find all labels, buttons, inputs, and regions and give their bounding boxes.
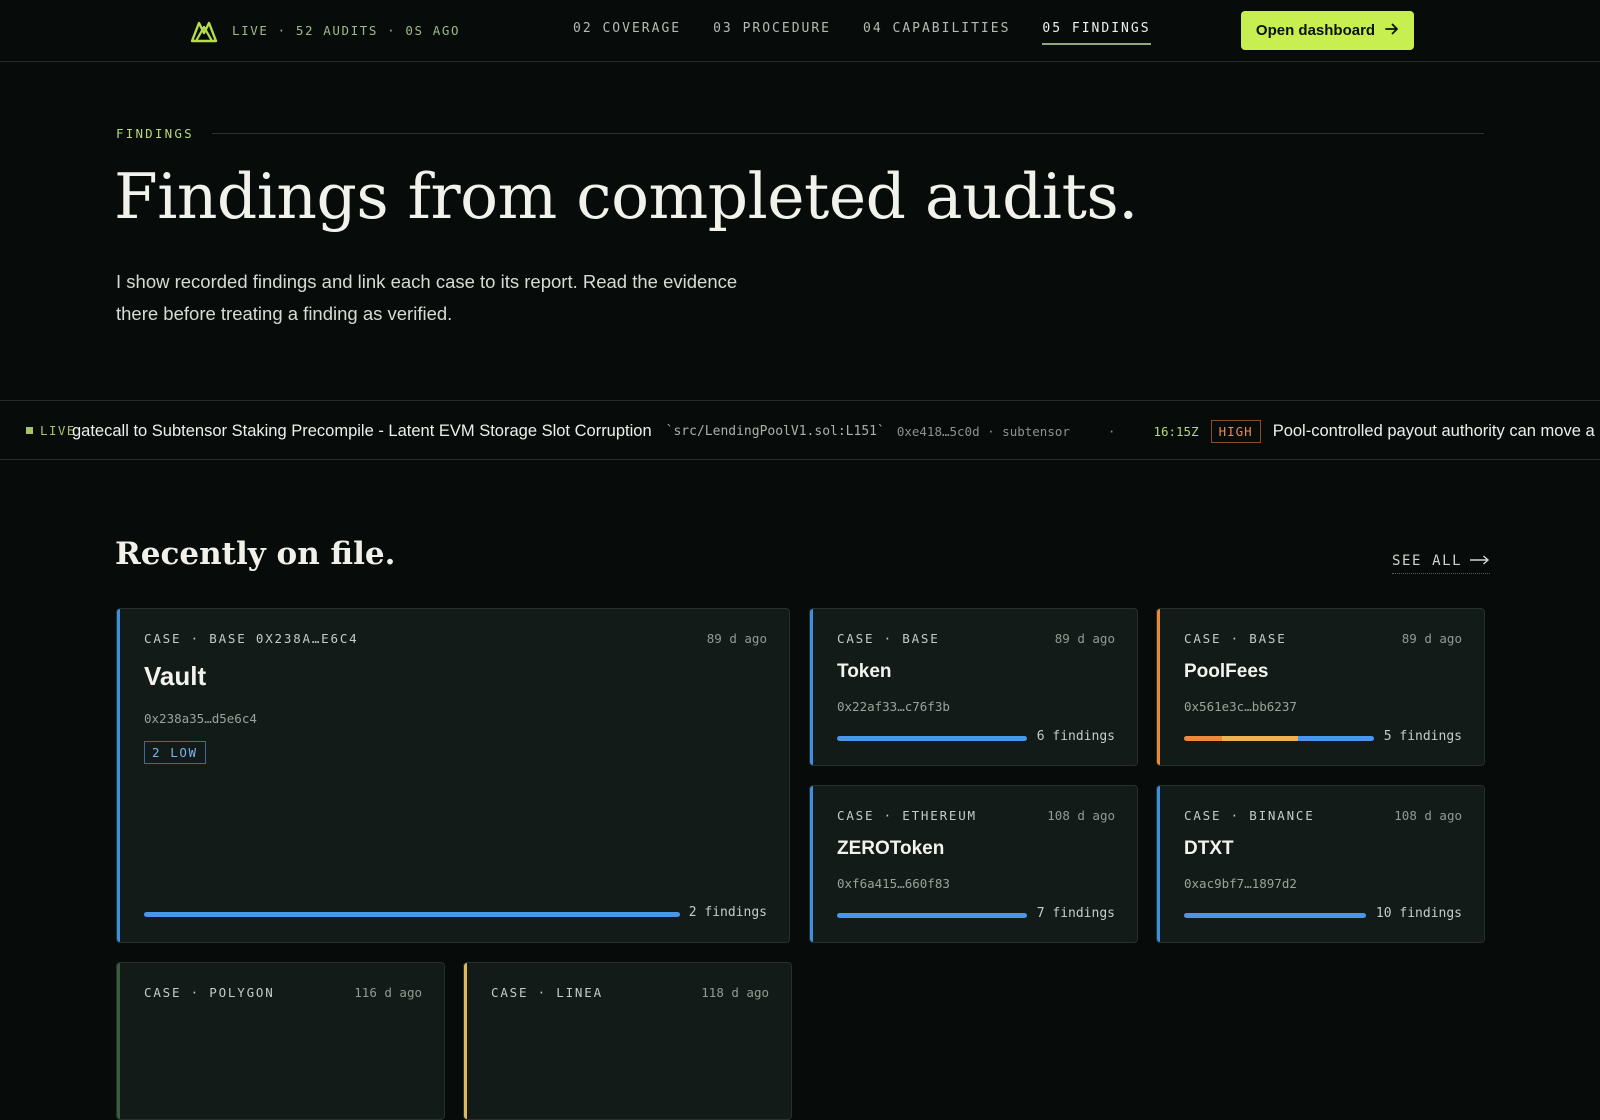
ticker-timestamp: 16:15Z xyxy=(1153,423,1199,439)
contract-address: 0x238a35…d5e6c4 xyxy=(144,711,257,726)
findings-count: 2 findings xyxy=(688,905,767,920)
nav-findings[interactable]: 05 FINDINGS xyxy=(1042,21,1151,45)
severity-bar xyxy=(837,913,1027,918)
contract-address: 0xf6a415…660f83 xyxy=(837,876,950,891)
case-name: Token xyxy=(837,661,892,682)
top-navigation-bar: LIVE · 52 AUDITS · 0S AGO 02 COVERAGE 03… xyxy=(0,0,1600,62)
section-title: Recently on file. xyxy=(115,536,396,572)
case-age: 89 d ago xyxy=(1401,631,1462,646)
severity-bar-segment xyxy=(1222,736,1298,741)
nav-procedure[interactable]: 03 PROCEDURE xyxy=(713,21,831,45)
card-accent xyxy=(1157,786,1160,942)
severity-bar xyxy=(837,736,1027,741)
logo-icon[interactable] xyxy=(190,17,218,43)
arrow-right-icon xyxy=(1385,22,1399,39)
nav-coverage[interactable]: 02 COVERAGE xyxy=(573,21,681,45)
card-accent xyxy=(117,963,120,1119)
ticker-track: gatecall to Subtensor Staking Precompile… xyxy=(72,401,1595,459)
findings-count: 7 findings xyxy=(1036,906,1115,921)
card-accent xyxy=(810,786,813,942)
eyebrow-label: FINDINGS xyxy=(116,126,194,141)
findings-count: 10 findings xyxy=(1375,906,1462,921)
ticker-contract-meta: 0xe418…5c0d · subtensor xyxy=(896,423,1070,439)
open-dashboard-button[interactable]: Open dashboard xyxy=(1241,11,1414,50)
page-description: I show recorded findings and link each c… xyxy=(116,271,738,324)
case-chain-label: CASE · BASE 0X238A…E6C4 xyxy=(144,631,359,646)
card-accent xyxy=(1157,609,1160,765)
case-card-zerotoken[interactable]: CASE · ETHEREUM 108 d ago ZEROToken 0xf6… xyxy=(809,785,1138,943)
section-eyebrow: FINDINGS xyxy=(116,126,1484,141)
case-card-token[interactable]: CASE · BASE 89 d ago Token 0x22af33…c76f… xyxy=(809,608,1138,766)
ticker-live-label: LIVE xyxy=(26,423,76,438)
severity-bar xyxy=(1184,736,1374,741)
live-ticker: gatecall to Subtensor Staking Precompile… xyxy=(0,400,1600,460)
brand: LIVE · 52 AUDITS · 0S AGO xyxy=(190,17,460,43)
main-nav: 02 COVERAGE 03 PROCEDURE 04 CAPABILITIES… xyxy=(573,21,1151,45)
live-indicator-icon xyxy=(26,427,33,434)
divider xyxy=(211,133,1484,134)
card-accent xyxy=(117,609,120,942)
case-card-linea[interactable]: CASE · LINEA 118 d ago xyxy=(463,962,792,1120)
long-arrow-right-icon xyxy=(1470,553,1490,569)
severity-bar xyxy=(1184,913,1366,918)
case-card-vault[interactable]: CASE · BASE 0X238A…E6C4 89 d ago Vault 0… xyxy=(116,608,790,943)
findings-count: 5 findings xyxy=(1383,729,1462,744)
severity-bar-segment xyxy=(1298,736,1374,741)
case-chain-label: CASE · LINEA xyxy=(491,985,603,1000)
ticker-source-path: `src/LendingPoolV1.sol:L151` xyxy=(665,423,885,439)
see-all-link[interactable]: SEE ALL xyxy=(1392,553,1491,574)
ticker-finding-title[interactable]: Pool-controlled payout authority can mov… xyxy=(1273,422,1595,441)
case-age: 89 d ago xyxy=(706,631,767,646)
contract-address: 0x22af33…c76f3b xyxy=(837,699,950,714)
live-status: LIVE · 52 AUDITS · 0S AGO xyxy=(232,22,461,38)
ticker-finding-title[interactable]: gatecall to Subtensor Staking Precompile… xyxy=(72,422,652,441)
case-chain-label: CASE · ETHEREUM xyxy=(837,808,977,823)
severity-bar-segment xyxy=(144,912,680,917)
contract-address: 0xac9bf7…1897d2 xyxy=(1184,876,1297,891)
case-name: Vault xyxy=(144,661,207,691)
ticker-separator: · xyxy=(1107,423,1116,439)
case-age: 89 d ago xyxy=(1054,631,1115,646)
open-dashboard-label: Open dashboard xyxy=(1255,22,1376,39)
case-age: 108 d ago xyxy=(1394,808,1462,823)
case-name: DTXT xyxy=(1184,838,1234,859)
findings-count: 6 findings xyxy=(1036,729,1115,744)
case-chain-label: CASE · BINANCE xyxy=(1184,808,1315,823)
severity-bar-segment xyxy=(837,736,1027,741)
contract-address: 0x561e3c…bb6237 xyxy=(1184,699,1297,714)
case-age: 118 d ago xyxy=(701,985,769,1000)
case-card-poolfees[interactable]: CASE · BASE 89 d ago PoolFees 0x561e3c…b… xyxy=(1156,608,1485,766)
case-name: ZEROToken xyxy=(837,838,945,859)
case-chain-label: CASE · POLYGON xyxy=(144,985,275,1000)
see-all-label: SEE ALL xyxy=(1392,553,1463,569)
case-age: 116 d ago xyxy=(354,985,422,1000)
case-card-dtxt[interactable]: CASE · BINANCE 108 d ago DTXT 0xac9bf7…1… xyxy=(1156,785,1485,943)
case-card-polygon[interactable]: CASE · POLYGON 116 d ago xyxy=(116,962,445,1120)
case-chain-label: CASE · BASE xyxy=(1184,631,1287,646)
severity-bar-segment xyxy=(837,913,1027,918)
card-accent xyxy=(464,963,467,1119)
card-accent xyxy=(810,609,813,765)
severity-bar-segment xyxy=(1184,913,1366,918)
severity-bar-segment xyxy=(1184,736,1222,741)
ticker-live-text: LIVE xyxy=(40,423,76,438)
nav-capabilities[interactable]: 04 CAPABILITIES xyxy=(863,21,1010,45)
case-name: PoolFees xyxy=(1184,661,1269,682)
severity-badge: HIGH xyxy=(1210,419,1261,443)
severity-pill: 2 LOW xyxy=(144,741,206,764)
severity-bar xyxy=(144,912,680,917)
page-title: Findings from completed audits. xyxy=(114,160,1138,233)
case-age: 108 d ago xyxy=(1047,808,1115,823)
case-chain-label: CASE · BASE xyxy=(837,631,940,646)
